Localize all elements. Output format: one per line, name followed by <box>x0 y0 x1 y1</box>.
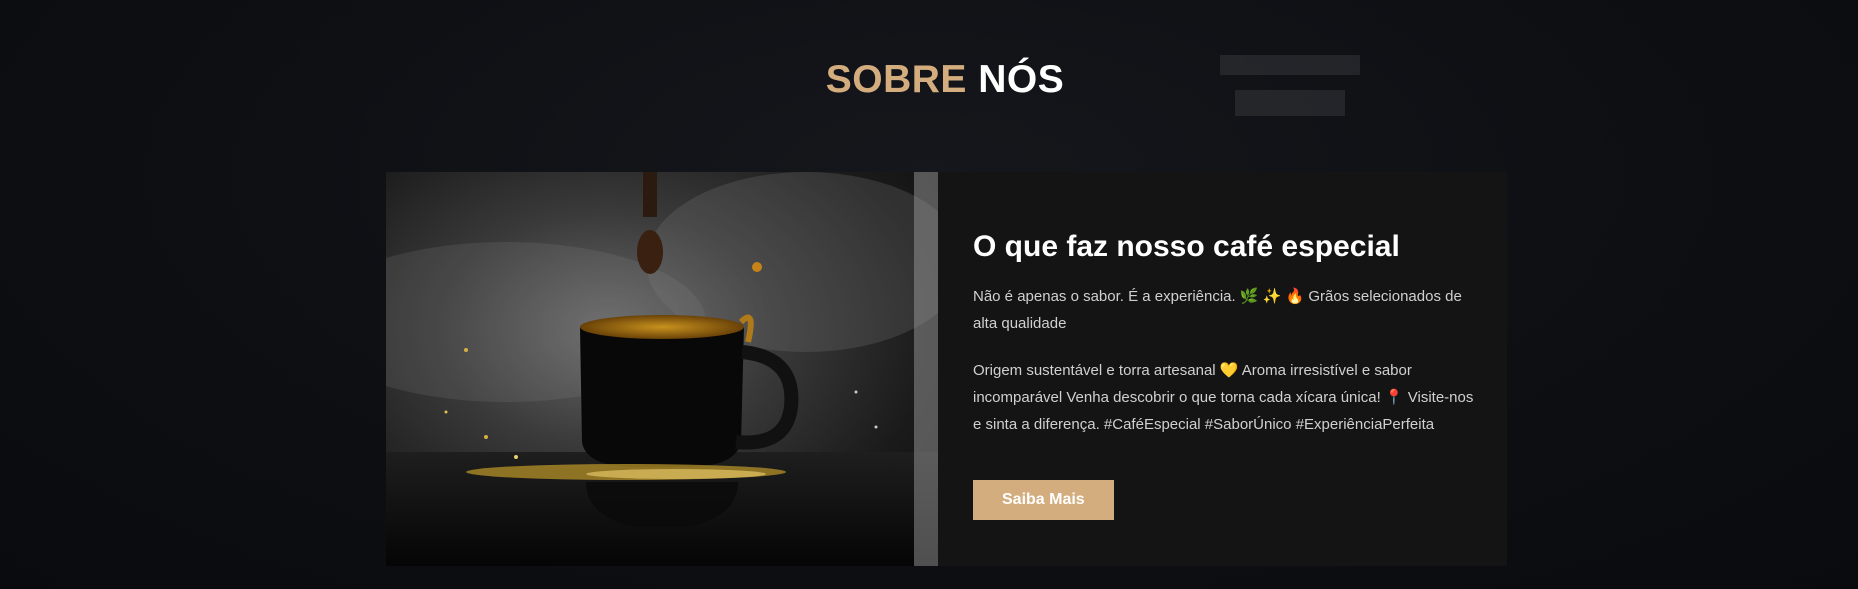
section-title-accent: SOBRE <box>825 58 967 101</box>
about-card-content: O que faz nosso café especial Não é apen… <box>938 172 1507 566</box>
coffee-cup-image <box>386 172 938 566</box>
about-card-paragraph-1: Não é apenas o sabor. É a experiência. 🌿… <box>973 287 1462 332</box>
saiba-mais-button[interactable]: Saiba Mais <box>973 479 1114 520</box>
background-logo-watermark <box>1210 45 1370 135</box>
about-card-heading: O que faz nosso café especial <box>973 230 1400 263</box>
about-card-paragraph-2: Origem sustentável e torra artesanal 💛 A… <box>973 361 1474 433</box>
section-title: SOBRE NÓS <box>0 58 1858 102</box>
about-card: O que faz nosso café especial Não é apen… <box>386 172 1507 566</box>
section-title-main: NÓS <box>978 58 1065 101</box>
